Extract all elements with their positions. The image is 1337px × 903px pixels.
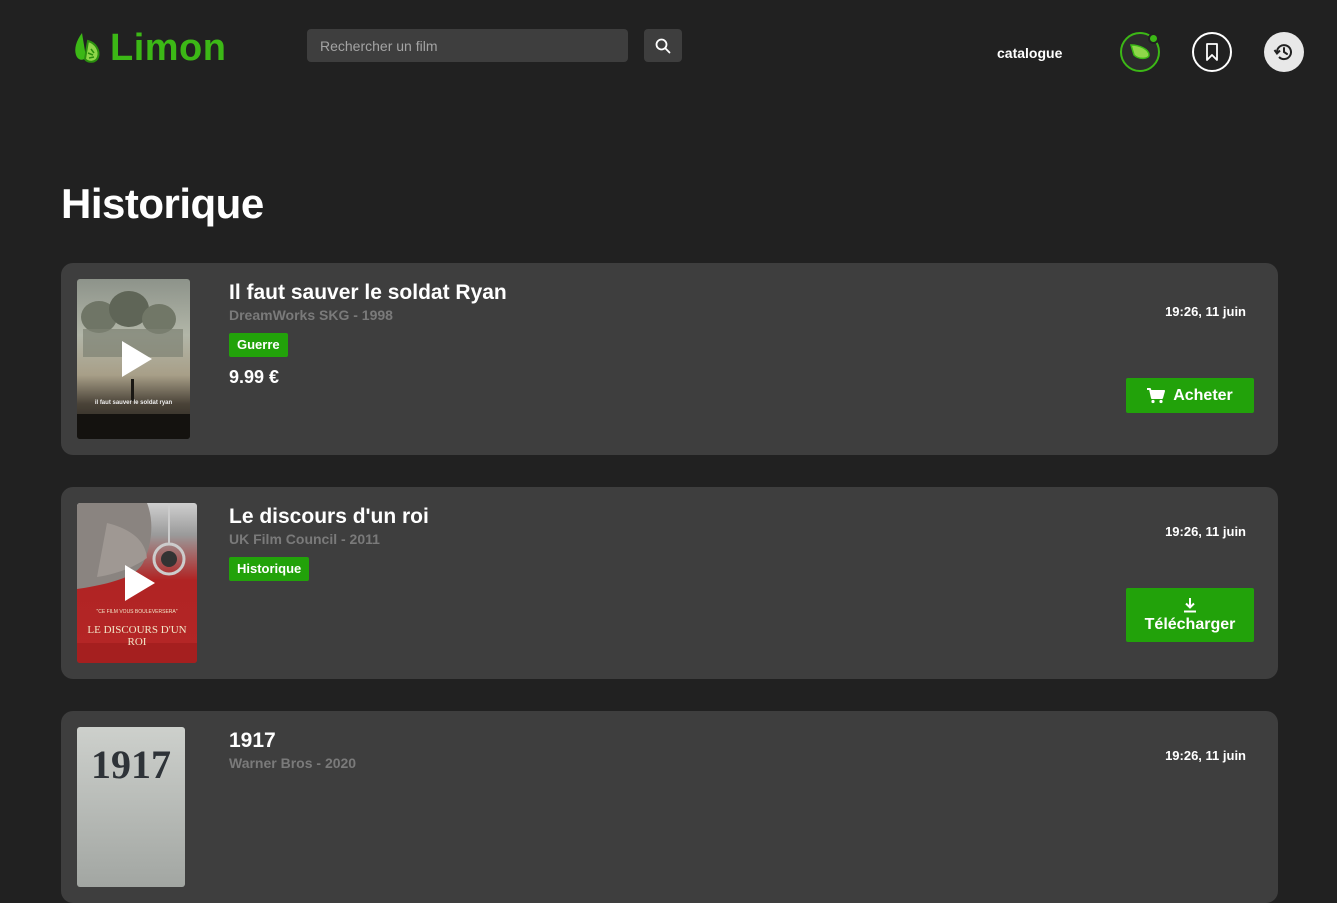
history-date: 19:26, 11 juin bbox=[1165, 524, 1246, 539]
buy-button-label: Acheter bbox=[1173, 386, 1233, 404]
film-price: 9.99 € bbox=[229, 367, 280, 387]
notification-dot bbox=[1148, 33, 1159, 44]
search-button[interactable] bbox=[644, 29, 682, 62]
poster-title: il faut sauver le soldat ryan bbox=[94, 400, 173, 406]
film-title: Le discours d'un roi bbox=[229, 505, 429, 528]
cart-icon bbox=[1147, 387, 1166, 403]
history-item: "CE FILM VOUS BOULEVERSERA" LE DISCOURS … bbox=[61, 487, 1278, 679]
movie-poster[interactable]: "CE FILM VOUS BOULEVERSERA" LE DISCOURS … bbox=[77, 503, 197, 663]
search-input[interactable] bbox=[307, 29, 628, 62]
buy-button[interactable]: Acheter bbox=[1126, 378, 1254, 413]
search-icon bbox=[655, 38, 671, 53]
history-button[interactable] bbox=[1264, 32, 1304, 72]
movie-poster[interactable]: 1917 bbox=[77, 727, 185, 887]
bookmarks-button[interactable] bbox=[1192, 32, 1232, 72]
logo-text: Limon bbox=[110, 27, 227, 69]
film-studio-year: UK Film Council - 2011 bbox=[229, 531, 380, 547]
history-date: 19:26, 11 juin bbox=[1165, 304, 1246, 319]
poster-title: LE DISCOURS D'UN ROI bbox=[87, 624, 187, 648]
lime-icon bbox=[1129, 44, 1150, 60]
logo[interactable]: Limon bbox=[72, 28, 226, 68]
account-button[interactable] bbox=[1120, 32, 1160, 72]
lime-icon bbox=[75, 33, 100, 63]
nav-catalogue-link[interactable]: catalogue bbox=[997, 45, 1062, 61]
history-item: 1917 1917 Warner Bros - 2020 19:26, 11 j… bbox=[61, 711, 1278, 903]
download-icon bbox=[1184, 597, 1196, 612]
bookmark-icon bbox=[1206, 43, 1218, 61]
poster-quote: "CE FILM VOUS BOULEVERSERA" bbox=[96, 609, 178, 615]
page-title: Historique bbox=[61, 180, 264, 227]
play-icon bbox=[121, 341, 152, 377]
film-studio-year: DreamWorks SKG - 1998 bbox=[229, 307, 393, 323]
download-button[interactable]: Télécharger bbox=[1126, 588, 1254, 642]
genre-badge: Historique bbox=[229, 557, 310, 581]
movie-poster[interactable]: il faut sauver le soldat ryan bbox=[77, 279, 190, 439]
history-date: 19:26, 11 juin bbox=[1165, 748, 1246, 763]
film-title: 1917 bbox=[229, 729, 276, 752]
download-button-label: Télécharger bbox=[1144, 615, 1236, 633]
history-item: il faut sauver le soldat ryan Il faut sa… bbox=[61, 263, 1278, 455]
top-navbar: Limon catalogue bbox=[0, 0, 1337, 100]
genre-badge: Guerre bbox=[229, 333, 288, 357]
film-title: Il faut sauver le soldat Ryan bbox=[229, 281, 507, 304]
history-icon bbox=[1273, 44, 1292, 61]
play-icon bbox=[125, 565, 155, 601]
poster-title: 1917 bbox=[91, 742, 171, 787]
